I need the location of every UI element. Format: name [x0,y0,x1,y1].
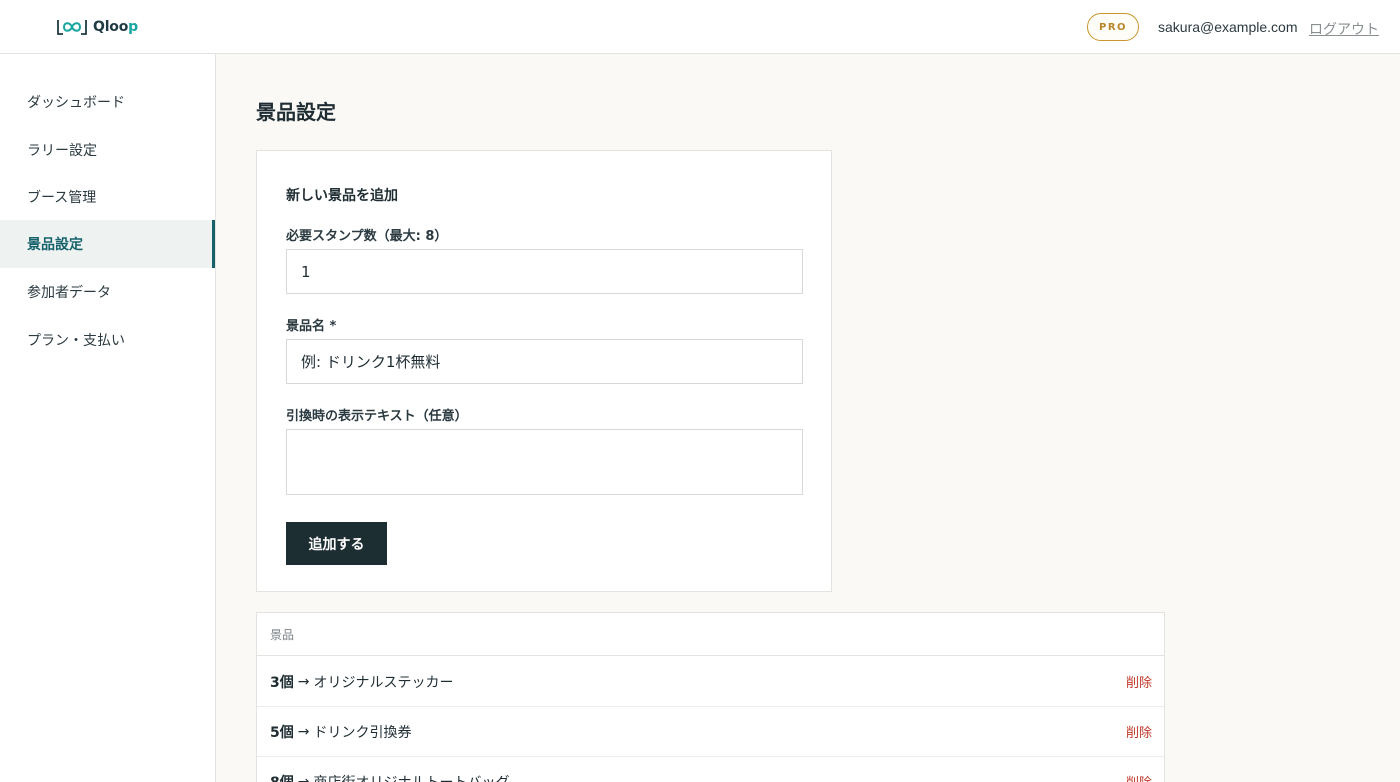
pro-plan-badge: PRO [1087,13,1139,41]
prize-row: 5個 → ドリンク引換券 削除 [257,707,1164,757]
add-prize-form: 新しい景品を追加 必要スタンプ数（最大: 8） 1 景品名 * 例: ドリンク1… [256,150,832,592]
top-header: Qloop PRO sakura@example.com ログアウト [0,0,1400,54]
prize-row: 8個 → 商店街オリジナルトートバッグ 削除 [257,757,1164,782]
add-prize-button[interactable]: 追加する [286,522,387,565]
prize-stamp-count: 5個 [270,724,294,741]
arrow-icon: → [297,773,310,782]
page-title: 景品設定 [256,100,336,124]
sidebar-item-dashboard[interactable]: ダッシュボード [0,78,215,126]
app-logo[interactable]: Qloop [55,16,138,38]
logo-text: Qloop [93,19,138,35]
prize-list-header: 景品 [257,613,1164,656]
delete-prize-button[interactable]: 削除 [1126,722,1152,741]
sidebar-item-booth-management[interactable]: ブース管理 [0,173,215,221]
delete-prize-button[interactable]: 削除 [1126,672,1152,691]
arrow-icon: → [297,673,310,690]
stamps-label: 必要スタンプ数（最大: 8） [286,229,448,244]
arrow-icon: → [297,723,310,740]
prize-name-input[interactable]: 例: ドリンク1杯無料 [286,339,803,384]
display-text-textarea[interactable] [286,429,803,495]
sidebar-item-prize-settings[interactable]: 景品設定 [0,220,215,268]
sidebar-item-rally-settings[interactable]: ラリー設定 [0,126,215,174]
sidebar-item-participant-data[interactable]: 参加者データ [0,268,215,316]
required-stamps-value: 1 [301,262,311,281]
form-title: 新しい景品を追加 [286,188,398,204]
required-stamps-input[interactable]: 1 [286,249,803,294]
prize-list: 景品 3個 → オリジナルステッカー 削除 5個 → ドリンク引換券 削除 8個… [256,612,1165,782]
prize-stamp-count: 3個 [270,674,294,691]
prize-name: ドリンク引換券 [313,724,412,741]
prize-name: 商店街オリジナルトートバッグ [313,772,1126,782]
prize-row: 3個 → オリジナルステッカー 削除 [257,657,1164,707]
qloop-logo-icon [57,20,87,35]
prize-name-placeholder: 例: ドリンク1杯無料 [301,353,441,371]
sidebar: ダッシュボード ラリー設定 ブース管理 景品設定 参加者データ プラン・支払い [0,54,216,782]
sidebar-item-plan-billing[interactable]: プラン・支払い [0,316,215,364]
prize-name-label: 景品名 * [286,319,337,334]
delete-prize-button[interactable]: 削除 [1126,772,1152,782]
display-text-label: 引換時の表示テキスト（任意） [286,409,468,424]
prize-stamp-count: 8個 [270,772,294,782]
logout-link[interactable]: ログアウト [1309,19,1379,39]
prize-name: オリジナルステッカー [313,674,454,691]
user-email: sakura@example.com [1158,19,1298,35]
